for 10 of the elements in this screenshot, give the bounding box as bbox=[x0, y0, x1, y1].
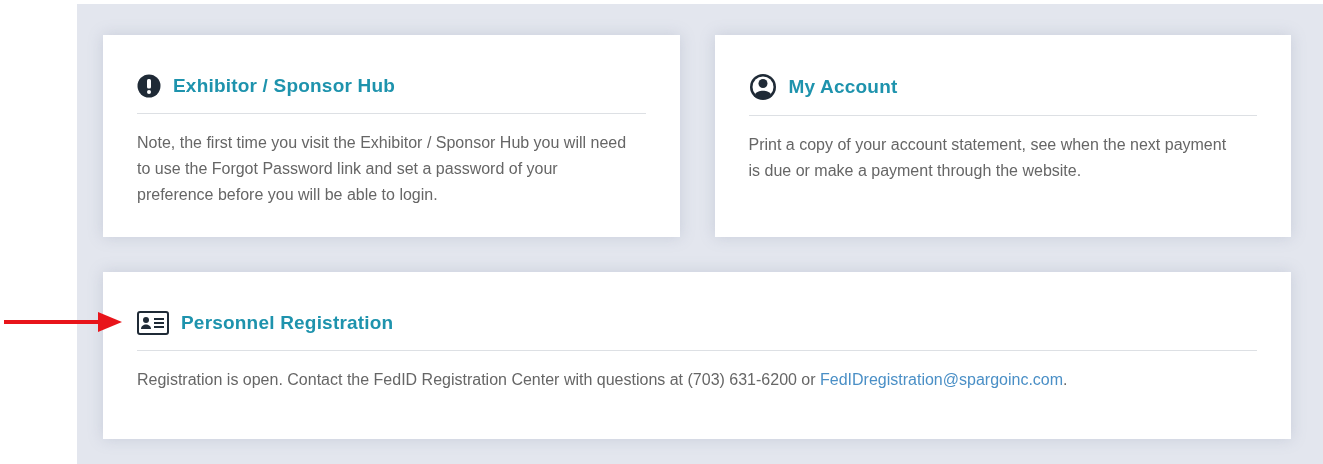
id-card-icon bbox=[137, 311, 169, 335]
email-link[interactable]: FedIDregistration@spargoinc.com bbox=[820, 371, 1064, 388]
card-title[interactable]: My Account bbox=[788, 74, 898, 100]
card-description: Registration is open. Contact the FedID Registration Center with questions at (703) 631-6200 or FedIDregistration@spargoinc.com. bbox=[137, 370, 1069, 390]
card-description: Note, the first time you visit the Exhibitor / Sponsor Hub you will need to use the Forgot Password link and set a password of your preference before you will be able to login. bbox=[137, 133, 627, 205]
exclamation-icon bbox=[137, 74, 161, 98]
card-description: Print a copy of your account statement, see when the next payment is due or make a payment through the website. bbox=[748, 135, 1228, 181]
card-title[interactable]: Exhibitor / Sponsor Hub bbox=[173, 73, 396, 99]
card-title[interactable]: Personnel Registration bbox=[181, 310, 394, 336]
user-icon bbox=[748, 73, 777, 101]
